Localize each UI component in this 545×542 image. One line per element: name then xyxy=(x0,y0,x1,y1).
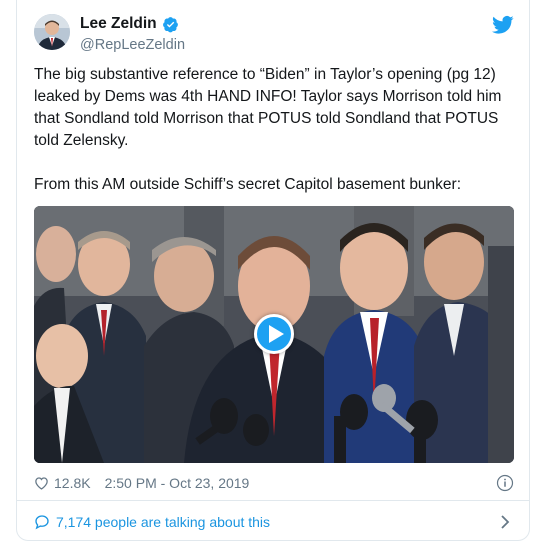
verified-badge-icon xyxy=(162,16,179,33)
heart-icon xyxy=(35,477,48,490)
tweet-text: The big substantive reference to “Biden”… xyxy=(34,66,502,193)
like-button[interactable]: 12.8K xyxy=(34,475,91,491)
user-identity[interactable]: Lee Zeldin @RepLeeZeldin xyxy=(80,14,185,53)
conversation-link[interactable]: 7,174 people are talking about this xyxy=(34,511,514,533)
conversation-count: 7,174 people are talking about this xyxy=(56,514,271,530)
divider xyxy=(17,500,529,501)
tweet-card: Lee Zeldin @RepLeeZeldin The big substan… xyxy=(16,0,530,541)
avatar[interactable] xyxy=(34,14,70,50)
user-handle[interactable]: @RepLeeZeldin xyxy=(80,37,185,53)
twitter-bird-icon[interactable] xyxy=(492,15,514,35)
tweet-header: Lee Zeldin @RepLeeZeldin xyxy=(34,14,514,54)
play-icon[interactable] xyxy=(254,314,294,354)
speech-bubble-icon xyxy=(35,515,49,530)
tweet-video[interactable] xyxy=(34,206,514,463)
chevron-right-icon xyxy=(501,515,510,529)
tweet-timestamp[interactable]: 2:50 PM - Oct 23, 2019 xyxy=(105,475,250,491)
tweet-meta: 12.8K 2:50 PM - Oct 23, 2019 xyxy=(34,472,514,494)
display-name[interactable]: Lee Zeldin xyxy=(80,15,157,33)
like-count: 12.8K xyxy=(54,475,91,491)
info-icon[interactable] xyxy=(496,474,514,492)
